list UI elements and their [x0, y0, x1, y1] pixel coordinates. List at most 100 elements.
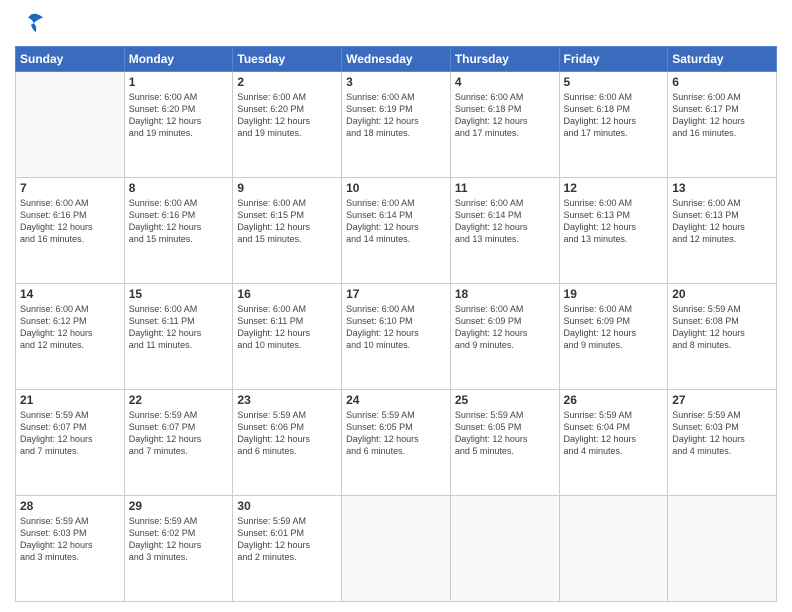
day-info: Sunrise: 5:59 AM Sunset: 6:07 PM Dayligh…: [129, 409, 229, 458]
day-info: Sunrise: 5:59 AM Sunset: 6:07 PM Dayligh…: [20, 409, 120, 458]
weekday-header-monday: Monday: [124, 47, 233, 72]
page: SundayMondayTuesdayWednesdayThursdayFrid…: [0, 0, 792, 612]
calendar-cell: 16Sunrise: 6:00 AM Sunset: 6:11 PM Dayli…: [233, 284, 342, 390]
calendar-cell: 7 Sunrise: 6:00 AM Sunset: 6:16 PM Daylig…: [16, 178, 125, 284]
day-info: Sunrise: 6:00 AM Sunset: 6:16 PM Dayligh…: [129, 197, 229, 246]
calendar-cell: 5 Sunrise: 6:00 AM Sunset: 6:18 PM Daylig…: [559, 72, 668, 178]
calendar-cell: 8 Sunrise: 6:00 AM Sunset: 6:16 PM Daylig…: [124, 178, 233, 284]
calendar-cell: 21Sunrise: 5:59 AM Sunset: 6:07 PM Dayli…: [16, 390, 125, 496]
day-info: Sunrise: 5:59 AM Sunset: 6:08 PM Dayligh…: [672, 303, 772, 352]
day-number: 3: [346, 75, 446, 89]
calendar-cell: 17 Sunrise: 6:00 AM Sunset: 6:10 PM Dayli…: [342, 284, 451, 390]
calendar-cell: 28 Sunrise: 5:59 AM Sunset: 6:03 PM Dayli…: [16, 496, 125, 602]
calendar-cell: 26Sunrise: 5:59 AM Sunset: 6:04 PM Dayli…: [559, 390, 668, 496]
day-number: 25: [455, 393, 555, 407]
day-number: 20: [672, 287, 772, 301]
day-info: Sunrise: 5:59 AM Sunset: 6:04 PM Dayligh…: [564, 409, 664, 458]
calendar-cell: 22Sunrise: 5:59 AM Sunset: 6:07 PM Dayli…: [124, 390, 233, 496]
calendar-cell: [668, 496, 777, 602]
day-number: 11: [455, 181, 555, 195]
day-info: Sunrise: 6:00 AM Sunset: 6:19 PM Dayligh…: [346, 91, 446, 140]
calendar-cell: [342, 496, 451, 602]
day-number: 8: [129, 181, 229, 195]
day-info: Sunrise: 6:00 AM Sunset: 6:18 PM Dayligh…: [564, 91, 664, 140]
calendar-week-1: 1 Sunrise: 6:00 AM Sunset: 6:20 PM Daylig…: [16, 72, 777, 178]
day-info: Sunrise: 5:59 AM Sunset: 6:03 PM Dayligh…: [20, 515, 120, 564]
header: [15, 10, 777, 38]
day-number: 6: [672, 75, 772, 89]
calendar-cell: [450, 496, 559, 602]
day-number: 12: [564, 181, 664, 195]
calendar-cell: 6 Sunrise: 6:00 AM Sunset: 6:17 PM Daylig…: [668, 72, 777, 178]
calendar-cell: [559, 496, 668, 602]
day-number: 1: [129, 75, 229, 89]
calendar-cell: 11 Sunrise: 6:00 AM Sunset: 6:14 PM Dayli…: [450, 178, 559, 284]
day-number: 13: [672, 181, 772, 195]
day-number: 2: [237, 75, 337, 89]
calendar-cell: 25 Sunrise: 5:59 AM Sunset: 6:05 PM Dayli…: [450, 390, 559, 496]
calendar-cell: 27 Sunrise: 5:59 AM Sunset: 6:03 PM Dayli…: [668, 390, 777, 496]
calendar-cell: 24Sunrise: 5:59 AM Sunset: 6:05 PM Dayli…: [342, 390, 451, 496]
day-number: 30: [237, 499, 337, 513]
weekday-header-thursday: Thursday: [450, 47, 559, 72]
day-info: Sunrise: 6:00 AM Sunset: 6:20 PM Dayligh…: [237, 91, 337, 140]
day-number: 5: [564, 75, 664, 89]
day-info: Sunrise: 6:00 AM Sunset: 6:20 PM Dayligh…: [129, 91, 229, 140]
day-info: Sunrise: 6:00 AM Sunset: 6:14 PM Dayligh…: [346, 197, 446, 246]
logo-bird-icon: [17, 10, 45, 38]
day-info: Sunrise: 6:00 AM Sunset: 6:13 PM Dayligh…: [564, 197, 664, 246]
day-info: Sunrise: 6:00 AM Sunset: 6:13 PM Dayligh…: [672, 197, 772, 246]
weekday-header-friday: Friday: [559, 47, 668, 72]
weekday-header-row: SundayMondayTuesdayWednesdayThursdayFrid…: [16, 47, 777, 72]
day-number: 7: [20, 181, 120, 195]
calendar-week-3: 14Sunrise: 6:00 AM Sunset: 6:12 PM Dayli…: [16, 284, 777, 390]
day-number: 15: [129, 287, 229, 301]
calendar-table: SundayMondayTuesdayWednesdayThursdayFrid…: [15, 46, 777, 602]
day-number: 4: [455, 75, 555, 89]
day-number: 16: [237, 287, 337, 301]
calendar-cell: 29 Sunrise: 5:59 AM Sunset: 6:02 PM Dayli…: [124, 496, 233, 602]
day-info: Sunrise: 6:00 AM Sunset: 6:18 PM Dayligh…: [455, 91, 555, 140]
calendar-cell: 30 Sunrise: 5:59 AM Sunset: 6:01 PM Dayli…: [233, 496, 342, 602]
logo: [15, 10, 45, 38]
calendar-cell: 20 Sunrise: 5:59 AM Sunset: 6:08 PM Dayli…: [668, 284, 777, 390]
calendar-cell: 2 Sunrise: 6:00 AM Sunset: 6:20 PM Daylig…: [233, 72, 342, 178]
calendar-cell: 15 Sunrise: 6:00 AM Sunset: 6:11 PM Dayli…: [124, 284, 233, 390]
day-info: Sunrise: 6:00 AM Sunset: 6:09 PM Dayligh…: [455, 303, 555, 352]
day-number: 10: [346, 181, 446, 195]
calendar-cell: 13 Sunrise: 6:00 AM Sunset: 6:13 PM Dayli…: [668, 178, 777, 284]
day-info: Sunrise: 5:59 AM Sunset: 6:05 PM Dayligh…: [455, 409, 555, 458]
weekday-header-wednesday: Wednesday: [342, 47, 451, 72]
calendar-cell: [16, 72, 125, 178]
day-number: 29: [129, 499, 229, 513]
calendar-week-4: 21Sunrise: 5:59 AM Sunset: 6:07 PM Dayli…: [16, 390, 777, 496]
day-number: 9: [237, 181, 337, 195]
day-number: 18: [455, 287, 555, 301]
day-info: Sunrise: 6:00 AM Sunset: 6:10 PM Dayligh…: [346, 303, 446, 352]
day-info: Sunrise: 6:00 AM Sunset: 6:14 PM Dayligh…: [455, 197, 555, 246]
weekday-header-tuesday: Tuesday: [233, 47, 342, 72]
calendar-cell: 23Sunrise: 5:59 AM Sunset: 6:06 PM Dayli…: [233, 390, 342, 496]
calendar-cell: 19Sunrise: 6:00 AM Sunset: 6:09 PM Dayli…: [559, 284, 668, 390]
day-number: 28: [20, 499, 120, 513]
day-info: Sunrise: 5:59 AM Sunset: 6:06 PM Dayligh…: [237, 409, 337, 458]
day-info: Sunrise: 5:59 AM Sunset: 6:03 PM Dayligh…: [672, 409, 772, 458]
day-info: Sunrise: 5:59 AM Sunset: 6:02 PM Dayligh…: [129, 515, 229, 564]
calendar-cell: 4 Sunrise: 6:00 AM Sunset: 6:18 PM Daylig…: [450, 72, 559, 178]
day-number: 27: [672, 393, 772, 407]
calendar-cell: 3 Sunrise: 6:00 AM Sunset: 6:19 PM Daylig…: [342, 72, 451, 178]
calendar-cell: 14Sunrise: 6:00 AM Sunset: 6:12 PM Dayli…: [16, 284, 125, 390]
calendar-week-2: 7 Sunrise: 6:00 AM Sunset: 6:16 PM Daylig…: [16, 178, 777, 284]
day-info: Sunrise: 6:00 AM Sunset: 6:16 PM Dayligh…: [20, 197, 120, 246]
day-info: Sunrise: 6:00 AM Sunset: 6:15 PM Dayligh…: [237, 197, 337, 246]
day-number: 19: [564, 287, 664, 301]
calendar-cell: 12 Sunrise: 6:00 AM Sunset: 6:13 PM Dayli…: [559, 178, 668, 284]
calendar-cell: 18 Sunrise: 6:00 AM Sunset: 6:09 PM Dayli…: [450, 284, 559, 390]
calendar-cell: 1 Sunrise: 6:00 AM Sunset: 6:20 PM Daylig…: [124, 72, 233, 178]
day-number: 17: [346, 287, 446, 301]
day-info: Sunrise: 6:00 AM Sunset: 6:17 PM Dayligh…: [672, 91, 772, 140]
day-info: Sunrise: 5:59 AM Sunset: 6:01 PM Dayligh…: [237, 515, 337, 564]
day-info: Sunrise: 6:00 AM Sunset: 6:12 PM Dayligh…: [20, 303, 120, 352]
weekday-header-sunday: Sunday: [16, 47, 125, 72]
day-info: Sunrise: 6:00 AM Sunset: 6:11 PM Dayligh…: [129, 303, 229, 352]
